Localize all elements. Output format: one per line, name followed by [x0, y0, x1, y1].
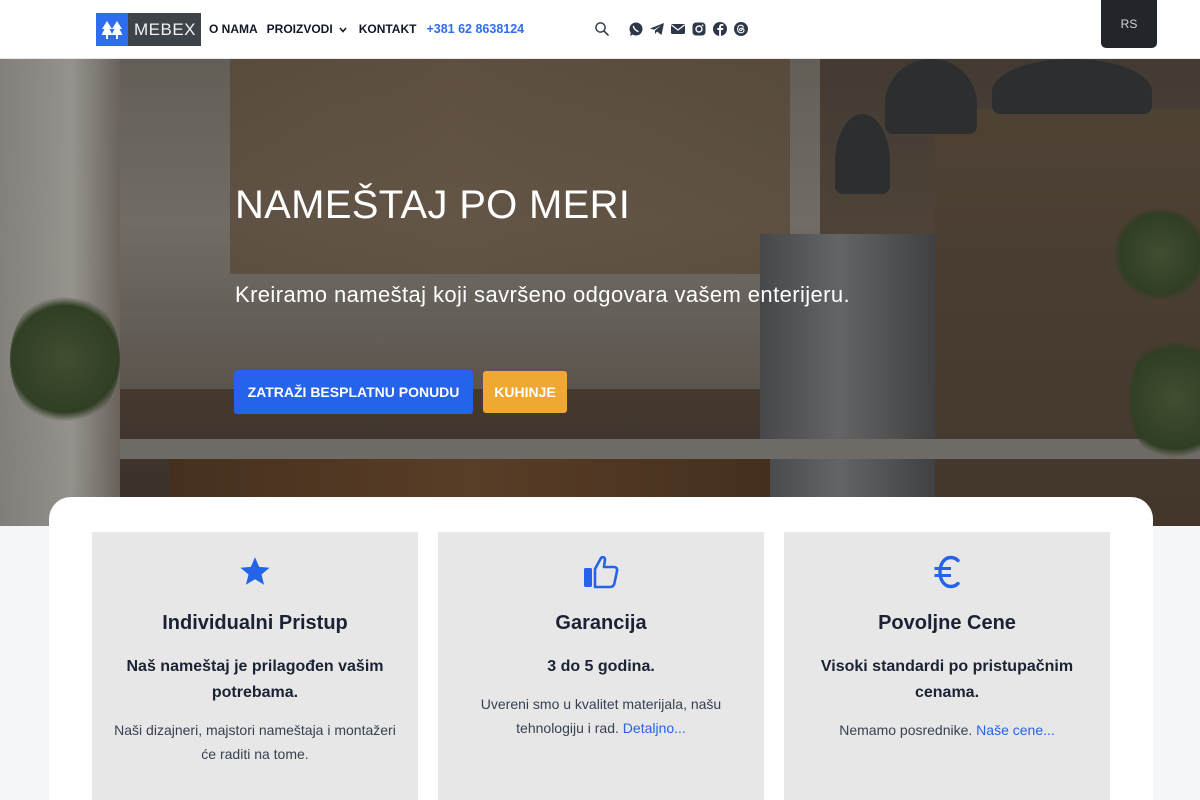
our-prices-link[interactable]: Naše cene... — [976, 722, 1055, 738]
social-links — [628, 21, 749, 37]
language-switcher[interactable]: RS — [1101, 0, 1157, 48]
features-panel: Individualni Pristup Naš nameštaj je pri… — [49, 497, 1153, 800]
logo-text: MEBEX — [128, 13, 202, 46]
telegram-icon[interactable] — [649, 21, 665, 37]
whatsapp-icon[interactable] — [628, 21, 644, 37]
threads-icon[interactable] — [733, 21, 749, 37]
feature-title: Garancija — [555, 612, 647, 634]
facebook-icon[interactable] — [712, 21, 728, 37]
tree-logo-icon — [96, 13, 128, 46]
feature-body-text: Nemamo posrednike. — [839, 722, 973, 738]
details-link[interactable]: Detaljno... — [623, 720, 686, 736]
nav-item-o-nama[interactable]: O NAMA — [209, 22, 258, 36]
instagram-icon[interactable] — [691, 21, 707, 37]
request-offer-button[interactable]: ZATRAŽI BESPLATNU PONUDU — [234, 370, 473, 414]
feature-lead: Naš nameštaj je prilagođen vašim potreba… — [126, 658, 384, 701]
main-nav: O NAMA PROIZVODI KONTAKT +381 62 8638124 — [209, 22, 524, 36]
feature-body-text: Naši dizajneri, majstori nameštaja i mon… — [114, 722, 396, 762]
feature-card: Garancija 3 do 5 godina. Uvereni smo u k… — [438, 532, 764, 800]
thumbs-up-icon — [438, 554, 764, 590]
hero-subtitle: Kreiramo nameštaj koji savršeno odgovara… — [235, 282, 851, 307]
feature-body: Nemamo posrednike. Naše cene... — [804, 718, 1090, 742]
feature-title: Individualni Pristup — [162, 612, 348, 634]
feature-lead: Visoki standardi po pristupačnim cenama. — [820, 658, 1074, 701]
hero-title: NAMEŠTAJ PO MERI — [235, 183, 631, 227]
euro-icon — [784, 554, 1110, 590]
star-icon — [92, 554, 418, 590]
phone-link[interactable]: +381 62 8638124 — [426, 22, 524, 36]
nav-item-kontakt[interactable]: KONTAKT — [359, 22, 417, 36]
nav-item-proizvodi[interactable]: PROIZVODI — [267, 22, 350, 36]
feature-lead: 3 do 5 godina. — [547, 658, 655, 675]
hero-section: NAMEŠTAJ PO MERI Kreiramo nameštaj koji … — [0, 59, 1200, 526]
site-header: MEBEX O NAMA PROIZVODI KONTAKT +381 62 8… — [0, 0, 1200, 59]
logo[interactable]: MEBEX — [96, 13, 202, 46]
feature-card: Povoljne Cene Visoki standardi po pristu… — [784, 532, 1110, 800]
nav-item-label: PROIZVODI — [266, 22, 333, 36]
mail-icon[interactable] — [670, 21, 686, 37]
search-icon[interactable] — [594, 21, 610, 37]
feature-card: Individualni Pristup Naš nameštaj je pri… — [92, 532, 418, 800]
feature-title: Povoljne Cene — [878, 612, 1016, 634]
feature-body: Uvereni smo u kvalitet materijala, našu … — [458, 692, 744, 740]
chevron-down-icon — [339, 22, 347, 36]
kitchens-button[interactable]: KUHINJE — [483, 371, 567, 413]
feature-body: Naši dizajneri, majstori nameštaja i mon… — [112, 718, 398, 766]
